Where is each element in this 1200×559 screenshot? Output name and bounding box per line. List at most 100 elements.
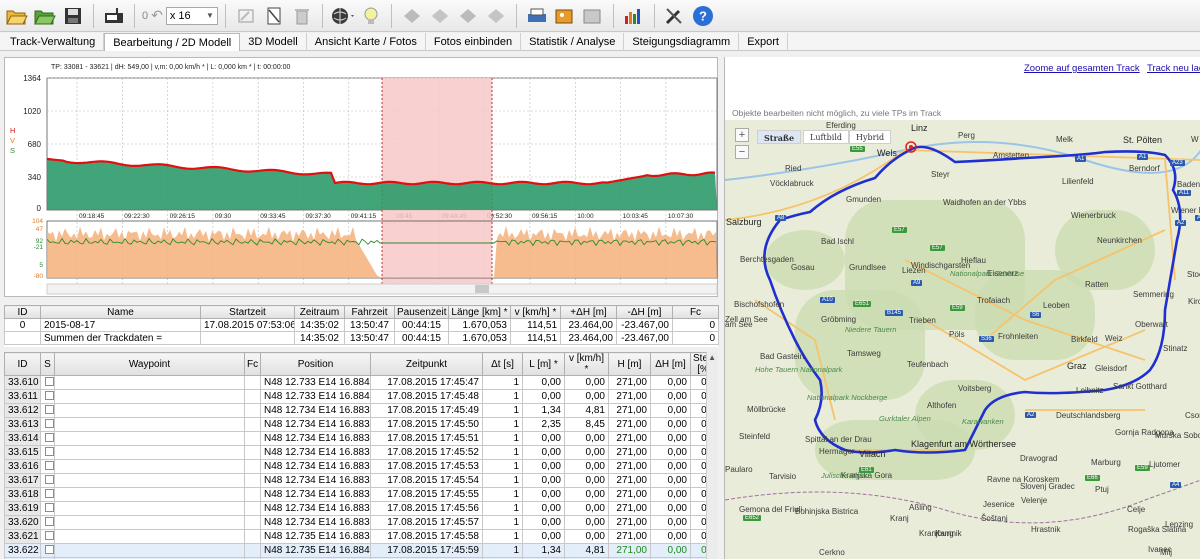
select-checkbox[interactable] xyxy=(44,531,54,540)
tool-c-button[interactable] xyxy=(455,3,481,29)
elevation-profile-chart[interactable]: TP: 33081 - 33621 | dH: 549,00 | v,m: 0,… xyxy=(5,58,719,298)
column-header[interactable]: H [m] xyxy=(608,352,651,376)
tab-export[interactable]: Export xyxy=(739,32,788,51)
table-cell: 13:50:47 xyxy=(344,318,395,332)
open-green-folder-button[interactable] xyxy=(32,3,58,29)
undo-icon[interactable]: ↶ xyxy=(151,7,163,24)
select-checkbox[interactable] xyxy=(44,419,54,428)
table-row[interactable]: 33.613 N48 12.734 E14 16.883 17.08.2015 17… xyxy=(4,417,718,432)
track-summary-row[interactable]: Summen der Trackdaten = 14:35:02 13:50:47 0… xyxy=(4,331,719,345)
column-header[interactable]: L [m] * xyxy=(522,352,565,376)
tab-fotos-einbinden[interactable]: Fotos einbinden xyxy=(426,32,522,51)
lamp-button[interactable] xyxy=(358,3,384,29)
tab-ansicht-karte-fotos[interactable]: Ansicht Karte / Fotos xyxy=(307,32,426,51)
map-type-satellite[interactable]: Luftbild xyxy=(803,130,849,144)
zoom-factor-select[interactable]: x 16 ▼ xyxy=(165,6,218,25)
save-button[interactable] xyxy=(60,3,86,29)
column-header[interactable]: Name xyxy=(40,305,201,319)
map-view[interactable]: Straße Luftbild Hybrid + − Eferding Linz Per… xyxy=(725,120,1200,559)
chart-scroll-thumb[interactable] xyxy=(475,285,489,293)
image-gray-button[interactable] xyxy=(580,3,606,29)
tab-steigungsdiagramm[interactable]: Steigungsdiagramm xyxy=(624,32,740,51)
select-checkbox[interactable] xyxy=(44,447,54,456)
table-row[interactable]: 33.614 N48 12.734 E14 16.883 17.08.2015 17… xyxy=(4,431,718,446)
column-header[interactable]: ID xyxy=(4,352,41,376)
column-header[interactable]: Pausenzeit xyxy=(394,305,449,319)
map-type-hybrid[interactable]: Hybrid xyxy=(849,130,892,144)
open-folder-button[interactable] xyxy=(4,3,30,29)
tab-statistik-analyse[interactable]: Statistik / Analyse xyxy=(521,32,625,51)
table-cell: 271,00 xyxy=(608,375,651,390)
table-cell: 0,00 xyxy=(522,459,565,474)
column-header[interactable]: Fc xyxy=(244,352,261,376)
table-row[interactable]: 33.611 N48 12.733 E14 16.884 17.08.2015 17… xyxy=(4,389,718,404)
select-checkbox[interactable] xyxy=(44,475,54,484)
gps-device-button[interactable] xyxy=(101,3,127,29)
photo-button[interactable] xyxy=(552,3,578,29)
table-row[interactable]: 33.621 N48 12.735 E14 16.883 17.08.2015 17… xyxy=(4,529,718,544)
map-zoom-in-button[interactable]: + xyxy=(735,128,749,142)
column-header[interactable]: S xyxy=(40,352,55,376)
select-checkbox[interactable] xyxy=(44,405,54,414)
print-button[interactable] xyxy=(524,3,550,29)
globe-button[interactable] xyxy=(330,3,356,29)
column-header[interactable]: Startzeit xyxy=(200,305,295,319)
table-row[interactable]: 33.619 N48 12.734 E14 16.883 17.08.2015 17… xyxy=(4,501,718,516)
chart-scrollbar[interactable] xyxy=(46,283,718,295)
column-header[interactable]: Zeitraum xyxy=(294,305,345,319)
column-header[interactable]: Zeitpunkt xyxy=(370,352,483,376)
select-checkbox[interactable] xyxy=(44,391,54,400)
map-place-label: Sankt Gotthard xyxy=(1113,382,1167,391)
select-checkbox[interactable] xyxy=(44,517,54,526)
map-place-label: Gosau xyxy=(791,263,815,272)
tab-3d-modell[interactable]: 3D Modell xyxy=(240,32,307,51)
column-header[interactable]: Δt [s] xyxy=(482,352,523,376)
zoom-to-track-link[interactable]: Zoome auf gesamten Track xyxy=(1024,63,1140,74)
ruler-button[interactable] xyxy=(261,3,287,29)
map-place-label: Ried xyxy=(785,164,802,173)
column-header[interactable]: -ΔH [m] xyxy=(616,305,673,319)
column-header[interactable]: v [km/h] * xyxy=(564,352,609,376)
table-cell: 4,81 xyxy=(564,403,609,418)
select-checkbox[interactable] xyxy=(44,489,54,498)
table-row[interactable]: 33.618 N48 12.734 E14 16.883 17.08.2015 17… xyxy=(4,487,718,502)
table-row[interactable]: 33.610 N48 12.733 E14 16.884 17.08.2015 17… xyxy=(4,375,718,390)
tool-d-button[interactable] xyxy=(483,3,509,29)
map-zoom-out-button[interactable]: − xyxy=(735,145,749,159)
column-header[interactable]: Fc xyxy=(672,305,719,319)
delete-button[interactable] xyxy=(289,3,315,29)
tool-b-button[interactable] xyxy=(427,3,453,29)
edit-points-button[interactable] xyxy=(233,3,259,29)
table-row[interactable]: 33.620 N48 12.734 E14 16.883 17.08.2015 17… xyxy=(4,515,718,530)
table-row[interactable]: 33.612 N48 12.734 E14 16.883 17.08.2015 17… xyxy=(4,403,718,418)
column-header[interactable]: Fahrzeit xyxy=(344,305,395,319)
track-row[interactable]: 0 2015-08-17 17.08.2015 07:53:06 14:35:02 13… xyxy=(4,318,719,332)
table-cell: 0,00 xyxy=(522,487,565,502)
tab-bearbeitung-2d-modell[interactable]: Bearbeitung / 2D Modell xyxy=(104,32,241,51)
table-row[interactable]: 33.622 N48 12.735 E14 16.884 17.08.2015 17… xyxy=(4,543,718,558)
map-type-road[interactable]: Straße xyxy=(757,130,802,144)
settings-button[interactable] xyxy=(662,3,688,29)
column-header[interactable]: v [km/h] * xyxy=(510,305,561,319)
reload-track-link[interactable]: Track neu laden xyxy=(1147,63,1200,74)
select-checkbox[interactable] xyxy=(44,433,54,442)
table-row[interactable]: 33.616 N48 12.734 E14 16.883 17.08.2015 17… xyxy=(4,459,718,474)
column-header[interactable]: Position xyxy=(260,352,371,376)
scroll-up-icon[interactable]: ▲ xyxy=(708,353,716,362)
select-checkbox[interactable] xyxy=(44,503,54,512)
column-header[interactable]: ID xyxy=(4,305,41,319)
vertical-scrollbar[interactable] xyxy=(706,352,718,559)
select-checkbox[interactable] xyxy=(44,545,54,554)
select-checkbox[interactable] xyxy=(44,461,54,470)
column-header[interactable]: Länge [km] * xyxy=(448,305,511,319)
tab-track-verwaltung[interactable]: Track-Verwaltung xyxy=(2,32,105,51)
help-button[interactable]: ? xyxy=(690,3,716,29)
tool-a-button[interactable] xyxy=(399,3,425,29)
column-header[interactable]: ΔH [m] xyxy=(650,352,691,376)
column-header[interactable]: Waypoint xyxy=(54,352,245,376)
table-row[interactable]: 33.617 N48 12.734 E14 16.883 17.08.2015 17… xyxy=(4,473,718,488)
table-row[interactable]: 33.615 N48 12.734 E14 16.883 17.08.2015 17… xyxy=(4,445,718,460)
select-checkbox[interactable] xyxy=(44,377,54,386)
column-header[interactable]: +ΔH [m] xyxy=(560,305,617,319)
statistics-button[interactable] xyxy=(621,3,647,29)
